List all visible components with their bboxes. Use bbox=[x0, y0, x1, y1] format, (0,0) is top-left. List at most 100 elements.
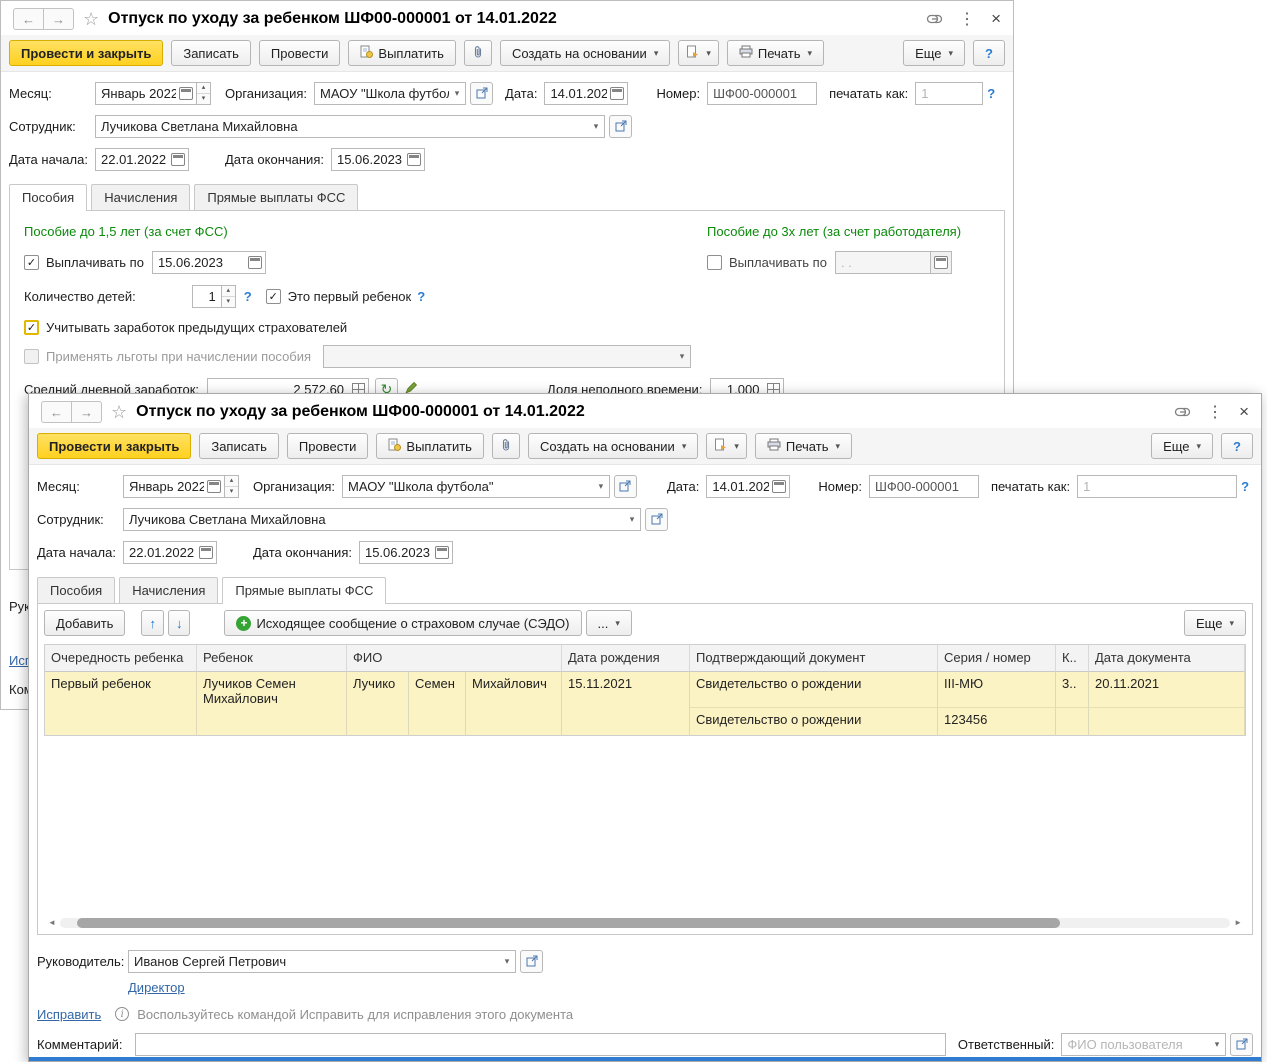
save-button[interactable]: Записать bbox=[199, 433, 279, 459]
children-table[interactable]: Очередность ребенка Ребенок ФИО Дата рож… bbox=[44, 644, 1246, 736]
start-date-field[interactable]: 22.01.2022 bbox=[123, 540, 217, 564]
table-cell-empty[interactable] bbox=[1089, 708, 1245, 736]
chevron-down-icon[interactable]: ▾ bbox=[1209, 1034, 1225, 1055]
comment-field[interactable] bbox=[134, 1032, 946, 1056]
back-icon[interactable]: ← bbox=[13, 8, 44, 30]
pay-until-employer-field[interactable]: . . bbox=[834, 250, 931, 274]
calendar-icon[interactable] bbox=[247, 255, 262, 269]
calendar-icon[interactable] bbox=[406, 152, 421, 166]
back-icon[interactable]: ← bbox=[41, 401, 72, 423]
pay-button[interactable]: Выплатить bbox=[376, 433, 484, 459]
calendar-icon[interactable] bbox=[171, 152, 185, 166]
attachments-button[interactable] bbox=[491, 433, 520, 459]
organization-field[interactable]: МАОУ "Школа футбола"▾ bbox=[342, 474, 610, 498]
post-button[interactable]: Провести bbox=[286, 433, 369, 459]
chevron-down-icon[interactable]: ▾ bbox=[449, 83, 465, 104]
get-link-icon[interactable] bbox=[1174, 405, 1191, 420]
print-as-field[interactable]: 1 bbox=[915, 81, 984, 105]
pay-until-checkbox[interactable]: ✓ bbox=[24, 254, 39, 270]
table-cell-last-name[interactable]: Лучико bbox=[347, 672, 409, 736]
table-cell-doc1-k[interactable]: 3.. bbox=[1056, 672, 1089, 708]
manager-position-link[interactable]: Директор bbox=[128, 980, 185, 995]
tab-fss-payments[interactable]: Прямые выплаты ФСС bbox=[222, 577, 387, 604]
month-field[interactable]: Январь 2022 bbox=[95, 81, 197, 105]
table-cell-middle-name[interactable]: Михайлович bbox=[466, 672, 562, 736]
privileges-checkbox[interactable] bbox=[24, 348, 39, 364]
children-count-spinner[interactable]: ▴ ▾ bbox=[220, 284, 236, 308]
get-link-icon[interactable] bbox=[926, 12, 943, 27]
column-header[interactable]: ФИО bbox=[347, 645, 562, 672]
date-field[interactable]: 14.01.2022 bbox=[544, 81, 629, 105]
print-button[interactable]: Печать ▾ bbox=[726, 40, 825, 66]
calendar-icon[interactable] bbox=[206, 479, 221, 493]
end-date-field[interactable]: 15.06.2023 bbox=[330, 147, 425, 171]
scroll-left-icon[interactable]: ◄ bbox=[48, 919, 56, 927]
favorite-star-icon[interactable]: ☆ bbox=[83, 10, 99, 28]
open-organization-button[interactable] bbox=[613, 474, 637, 498]
table-cell-child[interactable]: Лучиков Семен Михайлович bbox=[197, 672, 347, 736]
open-employee-button[interactable] bbox=[645, 507, 668, 531]
post-button[interactable]: Провести bbox=[258, 40, 341, 66]
help-icon[interactable]: ? bbox=[417, 289, 425, 304]
more-actions-button[interactable]: ... ▾ bbox=[585, 610, 632, 636]
table-cell-order[interactable]: Первый ребенок bbox=[45, 672, 197, 736]
children-count-field[interactable]: 1 bbox=[191, 284, 222, 308]
column-header[interactable]: К.. bbox=[1056, 645, 1089, 672]
table-cell-doc2-series[interactable]: 123456 bbox=[938, 708, 1056, 736]
tab-benefits[interactable]: Пособия bbox=[37, 577, 116, 603]
chevron-down-icon[interactable]: ▾ bbox=[593, 476, 609, 497]
help-icon[interactable]: ? bbox=[244, 289, 252, 304]
move-up-button[interactable]: ↑ bbox=[141, 610, 164, 636]
favorite-star-icon[interactable]: ☆ bbox=[111, 403, 127, 421]
forward-icon[interactable]: → bbox=[71, 401, 102, 423]
employee-field[interactable]: Лучикова Светлана Михайловна ▾ bbox=[95, 114, 605, 138]
organization-field[interactable]: МАОУ "Школа футбола"▾ bbox=[314, 81, 467, 105]
calendar-icon[interactable] bbox=[199, 545, 213, 559]
more-button[interactable]: Еще ▾ bbox=[1151, 433, 1214, 459]
column-header[interactable]: Очередность ребенка bbox=[45, 645, 197, 672]
calendar-icon[interactable] bbox=[772, 479, 787, 493]
end-date-field[interactable]: 15.06.2023 bbox=[358, 540, 453, 564]
kebab-menu-icon[interactable]: ⋮ bbox=[959, 9, 975, 29]
tab-accruals[interactable]: Начисления bbox=[119, 577, 219, 603]
privileges-field[interactable]: ▾ bbox=[323, 344, 692, 368]
calendar-button[interactable] bbox=[930, 250, 952, 274]
table-cell-doc1-date[interactable]: 20.11.2021 bbox=[1089, 672, 1245, 708]
scroll-right-icon[interactable]: ► bbox=[1234, 919, 1242, 927]
column-header[interactable]: Дата документа bbox=[1089, 645, 1245, 672]
calendar-icon[interactable] bbox=[179, 86, 193, 100]
column-header[interactable]: Подтверждающий документ bbox=[690, 645, 938, 672]
pay-until-employer-checkbox[interactable] bbox=[707, 254, 722, 270]
tab-accruals[interactable]: Начисления bbox=[91, 184, 191, 210]
calendar-icon[interactable] bbox=[434, 545, 449, 559]
responsible-field[interactable]: ФИО пользователя ▾ bbox=[1061, 1032, 1226, 1056]
create-document-button[interactable]: ▾ bbox=[706, 433, 747, 459]
create-based-on-button[interactable]: Создать на основании ▾ bbox=[527, 433, 699, 459]
chevron-down-icon[interactable]: ▾ bbox=[624, 509, 640, 530]
pay-button[interactable]: Выплатить bbox=[348, 40, 456, 66]
prev-insurers-checkbox[interactable]: ✓ bbox=[24, 319, 39, 335]
add-row-button[interactable]: Добавить bbox=[44, 610, 126, 636]
column-header[interactable]: Серия / номер bbox=[938, 645, 1056, 672]
calendar-icon[interactable] bbox=[610, 86, 625, 100]
chevron-down-icon[interactable]: ▾ bbox=[499, 951, 515, 972]
employee-field[interactable]: Лучикова Светлана Михайловна ▾ bbox=[123, 507, 641, 531]
create-based-on-button[interactable]: Создать на основании ▾ bbox=[499, 40, 671, 66]
scrollbar-thumb[interactable] bbox=[77, 918, 1061, 928]
open-manager-button[interactable] bbox=[520, 949, 543, 973]
create-document-button[interactable]: ▾ bbox=[678, 40, 719, 66]
start-date-field[interactable]: 22.01.2022 bbox=[95, 147, 189, 171]
column-header[interactable]: Ребенок bbox=[197, 645, 347, 672]
table-cell-birth-date[interactable]: 15.11.2021 bbox=[562, 672, 690, 736]
print-as-field[interactable]: 1 bbox=[1077, 474, 1238, 498]
post-and-close-button[interactable]: Провести и закрыть bbox=[9, 40, 164, 66]
fix-link[interactable]: Исправить bbox=[37, 1007, 101, 1022]
help-button[interactable]: ? bbox=[1221, 433, 1253, 459]
month-field[interactable]: Январь 2022 bbox=[122, 474, 225, 498]
tab-fss-payments[interactable]: Прямые выплаты ФСС bbox=[194, 184, 359, 210]
help-button[interactable]: ? bbox=[973, 40, 1005, 66]
manager-field[interactable]: Иванов Сергей Петрович ▾ bbox=[128, 949, 516, 973]
close-icon[interactable]: × bbox=[991, 9, 1001, 29]
first-child-checkbox[interactable]: ✓ bbox=[265, 288, 281, 304]
open-employee-button[interactable] bbox=[609, 114, 632, 138]
